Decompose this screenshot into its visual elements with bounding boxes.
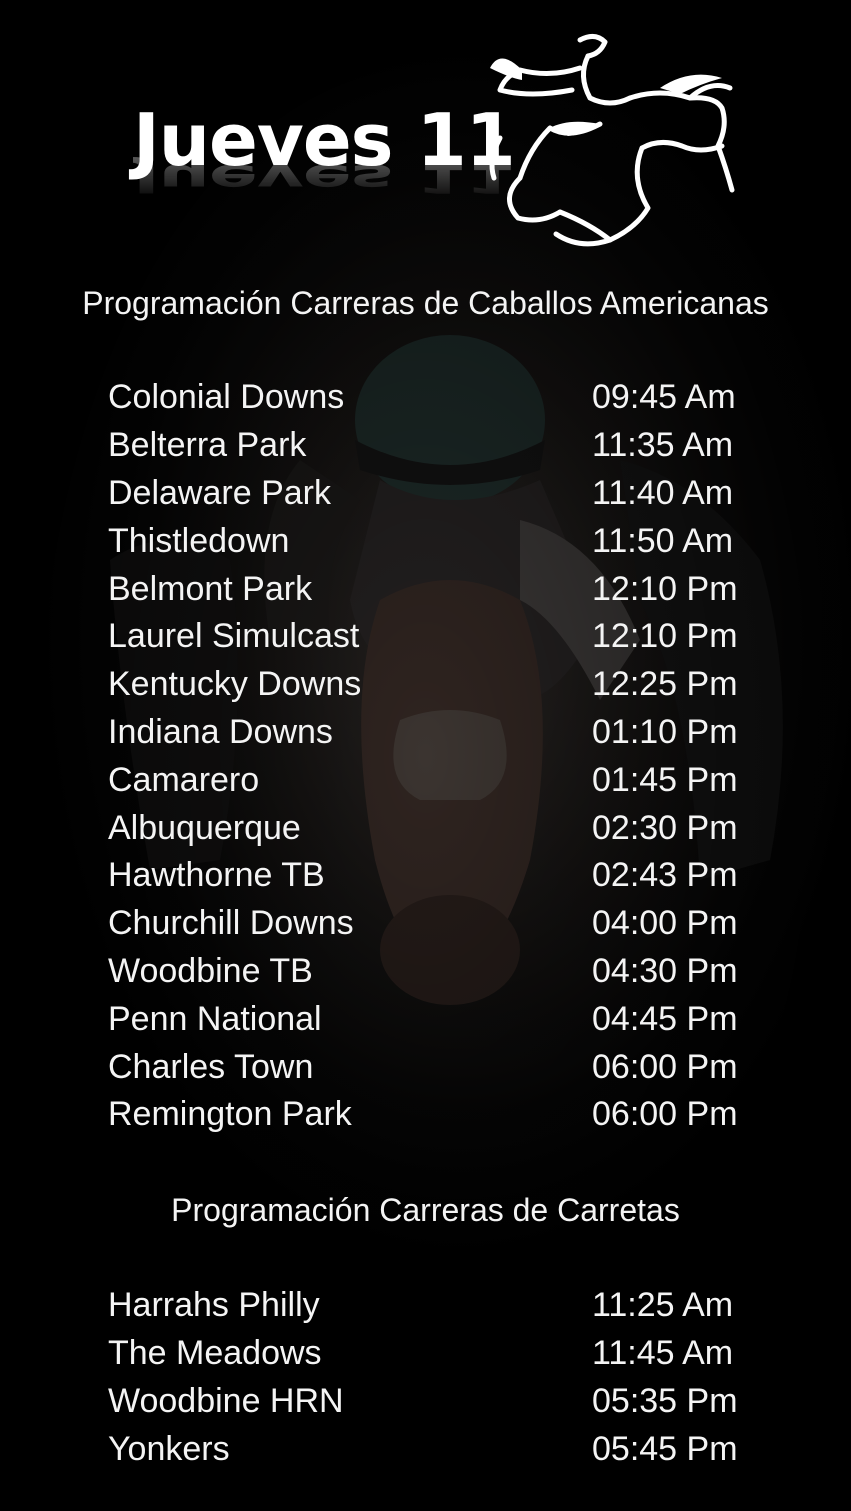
schedule-poster: Jueves 11 Jueves 11 Programación Carrera…: [0, 0, 851, 1511]
track-name: Kentucky Downs: [108, 665, 362, 704]
post-time: 09:45 Am: [592, 378, 736, 417]
list-item: Remington Park 06:00 Pm: [108, 1091, 748, 1139]
track-name: The Meadows: [108, 1334, 322, 1373]
post-time: 12:10 Pm: [592, 569, 738, 608]
list-item: Belmont Park 12:10 Pm: [108, 565, 748, 613]
day-title-reflection: Jueves 11: [133, 155, 515, 202]
post-time: 04:30 Pm: [592, 951, 738, 990]
list-item: Kentucky Downs 12:25 Pm: [108, 661, 748, 709]
list-item: Thistledown 11:50 Am: [108, 517, 748, 565]
post-time: 02:43 Pm: [592, 856, 738, 895]
list-item: Woodbine TB 04:30 Pm: [108, 948, 748, 996]
list-item: Albuquerque 02:30 Pm: [108, 804, 748, 852]
track-name: Thistledown: [108, 521, 290, 560]
list-item: Charles Town 06:00 Pm: [108, 1043, 748, 1091]
post-time: 04:00 Pm: [592, 904, 738, 943]
list-item: Indiana Downs 01:10 Pm: [108, 709, 748, 757]
list-item: Camarero 01:45 Pm: [108, 756, 748, 804]
post-time: 05:45 Pm: [592, 1429, 738, 1468]
list-item: The Meadows 11:45 Am: [108, 1330, 748, 1378]
post-time: 11:25 Am: [592, 1286, 734, 1325]
track-name: Albuquerque: [108, 808, 301, 847]
track-name: Woodbine TB: [108, 951, 313, 990]
american-horse-races-heading: Programación Carreras de Caballos Americ…: [82, 285, 769, 321]
harness-races-heading: Programación Carreras de Carretas: [171, 1192, 680, 1228]
track-name: Yonkers: [108, 1429, 230, 1468]
post-time: 06:00 Pm: [592, 1047, 738, 1086]
post-time: 11:35 Am: [592, 426, 734, 465]
post-time: 11:45 Am: [592, 1334, 734, 1373]
list-item: Harrahs Philly 11:25 Am: [108, 1282, 748, 1330]
list-item: Colonial Downs 09:45 Am: [108, 374, 748, 422]
list-item: Delaware Park 11:40 Am: [108, 470, 748, 518]
harness-races-list: Harrahs Philly 11:25 Am The Meadows 11:45 …: [108, 1282, 748, 1473]
track-name: Laurel Simulcast: [108, 617, 360, 656]
post-time: 12:25 Pm: [592, 665, 738, 704]
horse-jumping-jockey-icon: [489, 34, 735, 247]
day-title: Jueves 11 Jueves 11: [133, 98, 516, 218]
list-item: Penn National 04:45 Pm: [108, 995, 748, 1043]
track-name: Colonial Downs: [108, 378, 345, 417]
list-item: Hawthorne TB 02:43 Pm: [108, 852, 748, 900]
track-name: Camarero: [108, 760, 260, 799]
track-name: Penn National: [108, 999, 322, 1038]
track-name: Hawthorne TB: [108, 856, 325, 895]
list-item: Belterra Park 11:35 Am: [108, 422, 748, 470]
post-time: 05:35 Pm: [592, 1381, 738, 1420]
post-time: 06:00 Pm: [592, 1095, 738, 1134]
post-time: 12:10 Pm: [592, 617, 738, 656]
track-name: Delaware Park: [108, 473, 331, 512]
post-time: 01:10 Pm: [592, 712, 738, 751]
post-time: 01:45 Pm: [592, 760, 738, 799]
track-name: Woodbine HRN: [108, 1381, 344, 1420]
track-name: Harrahs Philly: [108, 1286, 320, 1325]
track-name: Belmont Park: [108, 569, 313, 608]
track-name: Charles Town: [108, 1047, 314, 1086]
list-item: Churchill Downs 04:00 Pm: [108, 900, 748, 948]
track-name: Belterra Park: [108, 426, 307, 465]
post-time: 02:30 Pm: [592, 808, 738, 847]
post-time: 11:40 Am: [592, 473, 734, 512]
post-time: 11:50 Am: [592, 521, 734, 560]
track-name: Indiana Downs: [108, 712, 333, 751]
list-item: Laurel Simulcast 12:10 Pm: [108, 613, 748, 661]
post-time: 04:45 Pm: [592, 999, 738, 1038]
list-item: Woodbine HRN 05:35 Pm: [108, 1378, 748, 1426]
list-item: Yonkers 05:45 Pm: [108, 1425, 748, 1473]
track-name: Remington Park: [108, 1095, 352, 1134]
track-name: Churchill Downs: [108, 904, 354, 943]
american-horse-races-list: Colonial Downs 09:45 Am Belterra Park 11:3…: [108, 374, 748, 1139]
